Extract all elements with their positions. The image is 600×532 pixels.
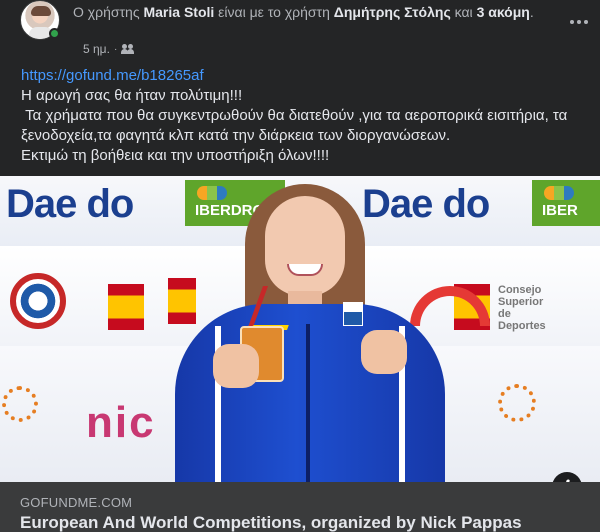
friends-icon[interactable] (121, 44, 135, 54)
post-body: https://gofund.me/b18265af Η αρωγή σας θ… (21, 66, 591, 166)
spain-flag-left (108, 284, 144, 330)
post-meta: 5 ημ. · (83, 42, 135, 56)
body-line-3: Εκτιμώ τη βοήθεια και την υποστήριξη όλω… (21, 147, 330, 164)
wkf-logo (10, 273, 66, 329)
greek-flag-badge (343, 302, 363, 326)
nicx-sign: nic (86, 398, 156, 447)
post-attribution: Ο χρήστης Maria Stoli είναι με το χρήστη… (73, 4, 534, 20)
and-text: και (454, 4, 473, 20)
csd-sign: Consejo Superior de Deportes (498, 284, 546, 332)
link-preview-image[interactable]: Dae do Dae do IBERDROLA IBER Consejo Sup… (0, 176, 600, 482)
body-line-2: Τα χρήματα που θα συγκεντρωθούν θα διατε… (21, 107, 572, 144)
more-dots-icon (570, 20, 574, 24)
with-text: είναι με το χρήστη (218, 4, 330, 20)
preview-domain: GOFUNDME.COM (20, 495, 133, 510)
daedo-logo-left: Dae do (6, 182, 134, 226)
athlete-figure (175, 176, 445, 482)
iberdrola-logo-right: IBER (532, 180, 600, 226)
author-prefix: Ο χρήστης (73, 4, 140, 20)
author-name-link[interactable]: Maria Stoli (143, 4, 214, 20)
madrid-logo-right (498, 384, 536, 422)
gofundme-link[interactable]: https://gofund.me/b18265af (21, 66, 591, 86)
link-preview-footer[interactable]: GOFUNDME.COM European And World Competit… (0, 482, 600, 532)
online-status-dot (49, 28, 60, 39)
tagged-person-link[interactable]: Δημήτρης Στόλης (334, 4, 451, 20)
madrid-logo-left (2, 386, 38, 422)
post-timestamp[interactable]: 5 ημ. (83, 42, 110, 56)
body-line-1: Η αρωγή σας θα ήταν πολύτιμη!!! (21, 87, 243, 104)
facebook-post: Ο χρήστης Maria Stoli είναι με το χρήστη… (0, 0, 600, 532)
preview-title[interactable]: European And World Competitions, organiz… (20, 513, 522, 532)
post-header: Ο χρήστης Maria Stoli είναι με το χρήστη… (16, 0, 588, 60)
more-options-button[interactable] (567, 12, 591, 32)
others-link[interactable]: 3 ακόμη (477, 4, 530, 20)
